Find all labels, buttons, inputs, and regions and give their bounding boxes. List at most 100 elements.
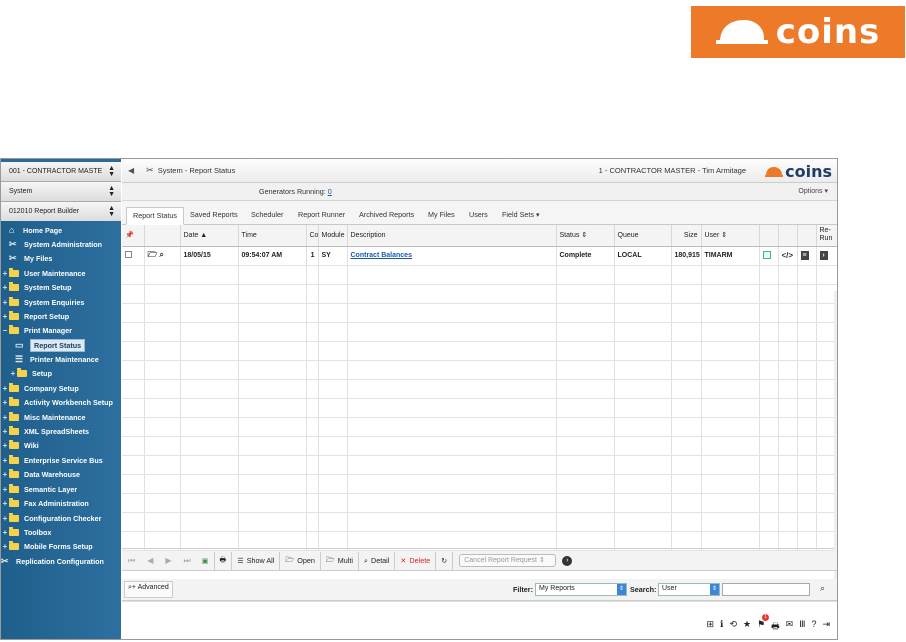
preview-icon[interactable]: ⌕ — [159, 250, 163, 260]
go-icon[interactable]: › — [562, 555, 573, 566]
search-icon[interactable]: ⌕ — [820, 583, 825, 594]
expand-icon[interactable]: + — [1, 470, 9, 479]
expand-icon[interactable]: + — [1, 542, 9, 551]
favorites-star-icon[interactable]: ★ — [743, 619, 751, 635]
expand-icon[interactable]: + — [1, 269, 9, 278]
search-field-select[interactable]: User ⇕ — [658, 583, 720, 596]
row-checkbox-cell[interactable] — [122, 246, 145, 266]
open-button[interactable]: 🗁 Open — [280, 551, 321, 570]
sidebar-item-wiki[interactable]: + Wiki — [1, 438, 121, 452]
tab-archived-reports[interactable]: Archived Reports — [353, 207, 420, 225]
co-column-header[interactable]: Co — [306, 225, 319, 247]
mail-icon[interactable]: ✉ — [786, 619, 794, 635]
expand-icon[interactable]: + — [1, 283, 9, 292]
expand-icon[interactable]: + — [1, 298, 9, 307]
sidebar-item-mobile-forms-setup[interactable]: + Mobile Forms Setup — [1, 539, 121, 553]
expand-icon[interactable]: + — [1, 384, 9, 393]
sidebar-item-home-page[interactable]: ⌂ Home Page — [1, 223, 121, 237]
show-all-button[interactable]: ☰ Show All — [232, 551, 281, 570]
company-select[interactable]: 001 - CONTRACTOR MASTE ▲ ▼ — [1, 162, 121, 182]
expand-icon[interactable]: + — [1, 441, 9, 450]
open-folder-icon[interactable]: 🗁 — [148, 249, 158, 263]
sidebar-item-enterprise-service-bus[interactable]: + Enterprise Service Bus — [1, 453, 121, 467]
next-page-icon[interactable]: ▶ — [159, 556, 177, 565]
row-checkbox[interactable] — [125, 251, 132, 258]
size-column-header[interactable]: Size — [671, 225, 702, 247]
history-icon[interactable]: ⟲ — [729, 619, 737, 635]
sidebar-item-toolbox[interactable]: + Toolbox — [1, 525, 121, 539]
sidebar-item-fax-administration[interactable]: + Fax Administration — [1, 496, 121, 510]
description-column-header[interactable]: Description — [347, 225, 557, 247]
expand-icon[interactable]: + — [1, 528, 9, 537]
time-column-header[interactable]: Time — [238, 225, 307, 247]
tab-saved-reports[interactable]: Saved Reports — [184, 207, 244, 225]
last-page-icon[interactable]: ⏭ — [178, 556, 197, 566]
sidebar-item-system-administration[interactable]: ✂ System Administration — [1, 237, 121, 251]
search-input[interactable] — [722, 583, 810, 596]
description-link[interactable]: Contract Balances — [351, 252, 412, 259]
tab-my-files[interactable]: My Files — [422, 207, 461, 225]
library-icon[interactable]: Ⅲ — [799, 619, 805, 635]
rerun-icon[interactable]: › — [819, 251, 828, 260]
expand-icon[interactable]: + — [1, 499, 9, 508]
filter-select[interactable]: My Reports ⇕ — [535, 583, 627, 596]
sidebar-item-report-status[interactable]: ▭ Report Status — [1, 338, 121, 352]
cancel-report-request-select[interactable]: Cancel Report Request ⇕ — [459, 554, 557, 567]
expand-icon[interactable]: + — [1, 398, 9, 407]
sidebar-item-activity-workbench-setup[interactable]: + Activity Workbench Setup — [1, 395, 121, 409]
printer-icon[interactable]: 🖶 — [771, 619, 780, 635]
first-page-icon[interactable]: ⏮ — [122, 556, 141, 566]
status-column-header[interactable]: Status ⇕ — [556, 225, 615, 247]
sidebar-item-system-enquiries[interactable]: + System Enquiries — [1, 295, 121, 309]
expand-icon[interactable]: + — [1, 427, 9, 436]
sidebar-item-user-maintenance[interactable]: + User Maintenance — [1, 266, 121, 280]
sidebar-item-setup[interactable]: + Setup — [1, 366, 121, 380]
code-icon[interactable]: </> — [782, 251, 794, 260]
user-column-header[interactable]: User ⇕ — [701, 225, 760, 247]
expand-icon[interactable]: + — [1, 456, 9, 465]
logout-icon[interactable]: ⇥ — [822, 619, 830, 635]
sidebar-item-print-manager[interactable]: − Print Manager — [1, 323, 121, 337]
sidebar-item-system-setup[interactable]: + System Setup — [1, 280, 121, 294]
sidebar-item-replication-configuration[interactable]: ✂ Replication Configuration — [1, 554, 121, 568]
module-select[interactable]: System ▲ ▼ — [1, 182, 121, 202]
sidebar-item-configuration-checker[interactable]: + Configuration Checker — [1, 511, 121, 525]
tab-scheduler[interactable]: Scheduler — [245, 207, 289, 225]
generators-count-link[interactable]: 0 — [328, 187, 332, 196]
queue-column-header[interactable]: Queue — [614, 225, 672, 247]
sidebar-item-company-setup[interactable]: + Company Setup — [1, 381, 121, 395]
detail-button[interactable]: ⌕ Detail — [359, 551, 396, 570]
sidebar-item-my-files[interactable]: ✂ My Files — [1, 251, 121, 265]
excel-export-icon[interactable] — [762, 250, 771, 259]
multi-button[interactable]: 🗁 Multi — [321, 551, 359, 570]
tab-report-runner[interactable]: Report Runner — [292, 207, 351, 225]
expand-icon[interactable]: + — [1, 312, 9, 321]
export-button[interactable]: ▣ — [197, 551, 215, 570]
options-menu[interactable]: Options ▾ — [798, 187, 828, 195]
refresh-button[interactable]: ↻ — [436, 551, 454, 570]
expand-icon[interactable]: + — [1, 514, 9, 523]
tab-report-status[interactable]: Report Status — [126, 207, 184, 225]
report-builder-select[interactable]: 012010 Report Builder ▲ ▼ — [1, 202, 121, 222]
expand-icon[interactable]: + — [9, 369, 17, 378]
table-row[interactable]: 🗁 ⌕ 18/05/15 09:54:07 AM 1 SY Contract B… — [122, 246, 837, 266]
prev-page-icon[interactable]: ◀ — [141, 556, 159, 565]
sidebar-item-misc-maintenance[interactable]: + Misc Maintenance — [1, 410, 121, 424]
notifications-icon[interactable]: ⚑ 1 — [757, 614, 770, 635]
sidebar-item-xml-spreadsheets[interactable]: + XML SpreadSheets — [1, 424, 121, 438]
expand-icon[interactable]: + — [1, 413, 9, 422]
module-column-header[interactable]: Module — [318, 225, 348, 247]
info-icon[interactable]: ℹ — [720, 619, 723, 635]
sidebar-item-data-warehouse[interactable]: + Data Warehouse — [1, 467, 121, 481]
advanced-button[interactable]: ⌕+ Advanced — [124, 581, 173, 598]
apps-grid-icon[interactable]: ⊞ — [707, 619, 715, 635]
help-icon[interactable]: ? — [811, 619, 816, 635]
pin-column-header[interactable]: 📌 — [122, 225, 145, 247]
tab-users[interactable]: Users — [463, 207, 494, 225]
tab-field-sets[interactable]: Field Sets ▾ — [496, 207, 546, 225]
document-icon[interactable]: ≡ — [800, 251, 809, 260]
collapse-sidebar-icon[interactable]: ◀ — [128, 166, 134, 175]
expand-icon[interactable]: + — [1, 485, 9, 494]
collapse-icon[interactable]: − — [1, 326, 9, 335]
sidebar-item-printer-maintenance[interactable]: ☰ Printer Maintenance — [1, 352, 121, 366]
